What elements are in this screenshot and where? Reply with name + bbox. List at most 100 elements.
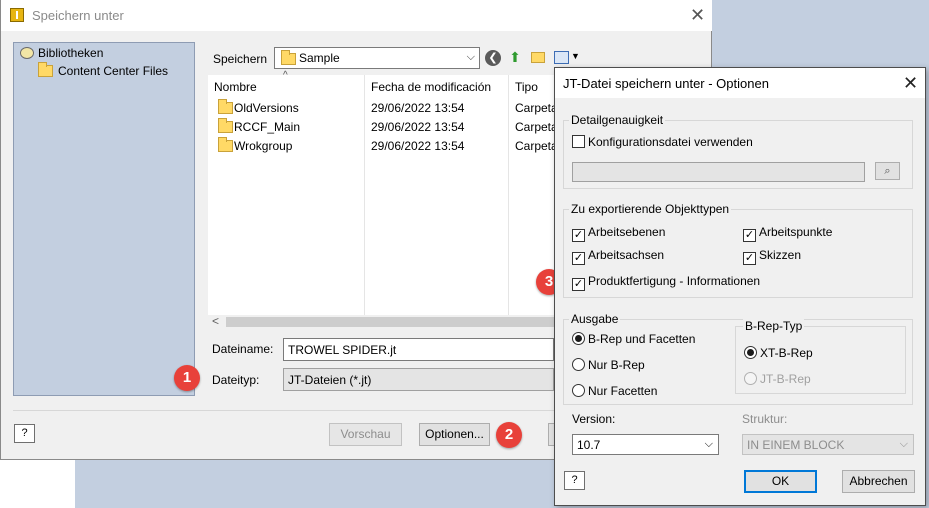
view-menu-icon[interactable] — [554, 51, 569, 64]
new-folder-icon[interactable] — [531, 52, 545, 63]
radio-brep-only[interactable]: Nur B-Rep — [572, 358, 645, 372]
checkbox-box: ✓ — [743, 229, 756, 242]
checkbox-box: ✓ — [572, 278, 585, 291]
file-list: ^ Nombre Fecha de modificación Tipo OldV… — [208, 70, 558, 315]
radio-dot — [744, 372, 757, 385]
version-value: 10.7 — [577, 438, 601, 452]
object-types-group-title: Zu exportierende Objekttypen — [569, 202, 732, 216]
radio-label: B-Rep und Facetten — [588, 332, 696, 346]
file-date: 29/06/2022 13:54 — [371, 101, 465, 115]
checkbox-label: Arbeitspunkte — [759, 225, 833, 239]
browse-button[interactable]: ⌕ — [875, 162, 900, 180]
library-child-label: Content Center Files — [58, 64, 169, 78]
dialog-title: Speichern unter — [32, 8, 124, 23]
scrollbar-thumb[interactable] — [226, 317, 554, 327]
view-menu-chevron-icon[interactable]: ▼ — [571, 51, 580, 61]
library-root-label: Bibliotheken — [38, 46, 104, 60]
filename-input[interactable]: TROWEL SPIDER.jt — [283, 338, 554, 361]
callout-badge: 1 — [174, 365, 200, 391]
close-icon[interactable]: ✕ — [903, 73, 918, 94]
help-button[interactable]: ? — [564, 471, 585, 490]
checkbox-box — [572, 135, 585, 148]
radio-dot — [572, 384, 585, 397]
dialog-title: JT-Datei speichern unter - Optionen — [563, 76, 769, 91]
horizontal-scrollbar[interactable]: < — [208, 314, 554, 329]
filename-label: Dateiname: — [212, 342, 274, 356]
options-button[interactable]: Optionen... — [419, 423, 490, 446]
version-label: Version: — [572, 412, 616, 426]
detail-group-title: Detailgenauigkeit — [569, 113, 666, 127]
checkbox-box: ✓ — [572, 252, 585, 265]
radio-dot — [572, 332, 585, 345]
version-dropdown[interactable]: 10.7 ⌵ — [572, 434, 719, 455]
folder-icon — [281, 50, 296, 65]
file-date: 29/06/2022 13:54 — [371, 139, 465, 153]
config-file-checkbox[interactable]: Konfigurationsdatei verwenden — [572, 135, 753, 149]
checkbox-label: Arbeitsachsen — [588, 248, 665, 262]
divider — [13, 410, 554, 411]
library-icon — [20, 47, 34, 59]
checkbox-label: Produktfertigung - Informationen — [588, 274, 761, 288]
radio-label: Nur B-Rep — [588, 358, 645, 372]
browse-icon: ⌕ — [884, 165, 891, 177]
help-button[interactable]: ? — [14, 424, 35, 443]
sort-arrow-icon: ^ — [283, 70, 288, 81]
chevron-down-icon: ⌵ — [899, 438, 908, 450]
file-row[interactable]: Wrokgroup 29/06/2022 13:54 Carpeta — [208, 137, 558, 156]
structure-dropdown[interactable]: IN EINEM BLOCK ⌵ — [742, 434, 914, 455]
radio-dot — [572, 358, 585, 371]
up-folder-icon[interactable]: ⬆ — [507, 49, 523, 65]
folder-icon — [218, 137, 233, 152]
library-child-item[interactable]: Content Center Files — [38, 62, 169, 78]
output-group-title: Ausgabe — [569, 312, 621, 326]
save-in-value: Sample — [299, 51, 340, 65]
scroll-left-icon[interactable]: < — [212, 314, 219, 328]
app-icon — [10, 8, 24, 22]
checkbox-label: Skizzen — [759, 248, 802, 262]
checkbox-arbeitsachsen[interactable]: ✓ Arbeitsachsen — [572, 248, 664, 265]
library-root-item[interactable]: Bibliotheken — [20, 46, 103, 60]
filetype-label: Dateityp: — [212, 373, 260, 387]
config-file-path[interactable] — [572, 162, 865, 182]
checkbox-arbeitspunkte[interactable]: ✓ Arbeitspunkte — [743, 225, 832, 242]
file-row[interactable]: RCCF_Main 29/06/2022 13:54 Carpeta — [208, 118, 558, 137]
checkbox-label: Arbeitsebenen — [588, 225, 666, 239]
folder-icon — [218, 99, 233, 114]
checkbox-skizzen[interactable]: ✓ Skizzen — [743, 248, 801, 265]
column-header-name[interactable]: Nombre — [214, 80, 257, 94]
file-type: Carpeta — [515, 139, 558, 153]
brep-type-group-title: B-Rep-Typ — [743, 319, 805, 333]
column-header-type[interactable]: Tipo — [515, 80, 538, 94]
column-header-date[interactable]: Fecha de modificación — [371, 80, 491, 94]
file-row[interactable]: OldVersions 29/06/2022 13:54 Carpeta — [208, 99, 558, 118]
radio-facets-only[interactable]: Nur Facetten — [572, 384, 657, 398]
folder-icon — [218, 118, 233, 133]
save-in-dropdown[interactable]: Sample ⌵ — [274, 47, 480, 69]
filetype-dropdown[interactable]: JT-Dateien (*.jt) — [283, 368, 554, 391]
file-name: Wrokgroup — [234, 139, 293, 153]
save-in-label: Speichern — [213, 52, 268, 66]
radio-label: XT-B-Rep — [760, 346, 813, 360]
title-bar: JT-Datei speichern unter - Optionen ✕ — [555, 68, 925, 98]
file-name: OldVersions — [234, 101, 299, 115]
radio-label: Nur Facetten — [588, 384, 658, 398]
file-type: Carpeta — [515, 120, 558, 134]
checkbox-box: ✓ — [743, 252, 756, 265]
library-panel: Bibliotheken Content Center Files — [13, 42, 195, 396]
close-icon[interactable]: ✕ — [690, 5, 705, 26]
callout-badge: 2 — [496, 422, 522, 448]
checkbox-pmi[interactable]: ✓ Produktfertigung - Informationen — [572, 274, 760, 291]
radio-xt-brep[interactable]: XT-B-Rep — [744, 346, 813, 360]
file-date: 29/06/2022 13:54 — [371, 120, 465, 134]
cancel-button[interactable]: Abbrechen — [842, 470, 915, 493]
back-icon[interactable]: ❮ — [485, 50, 501, 66]
radio-jt-brep[interactable]: JT-B-Rep — [744, 372, 811, 386]
title-bar: Speichern unter ✕ — [1, 0, 712, 31]
radio-label: JT-B-Rep — [760, 372, 811, 386]
radio-brep-and-facets[interactable]: B-Rep und Facetten — [572, 332, 695, 346]
preview-button[interactable]: Vorschau — [329, 423, 402, 446]
config-file-label: Konfigurationsdatei verwenden — [588, 135, 753, 149]
checkbox-arbeitsebenen[interactable]: ✓ Arbeitsebenen — [572, 225, 665, 242]
ok-button[interactable]: OK — [744, 470, 817, 493]
structure-value: IN EINEM BLOCK — [747, 438, 845, 452]
